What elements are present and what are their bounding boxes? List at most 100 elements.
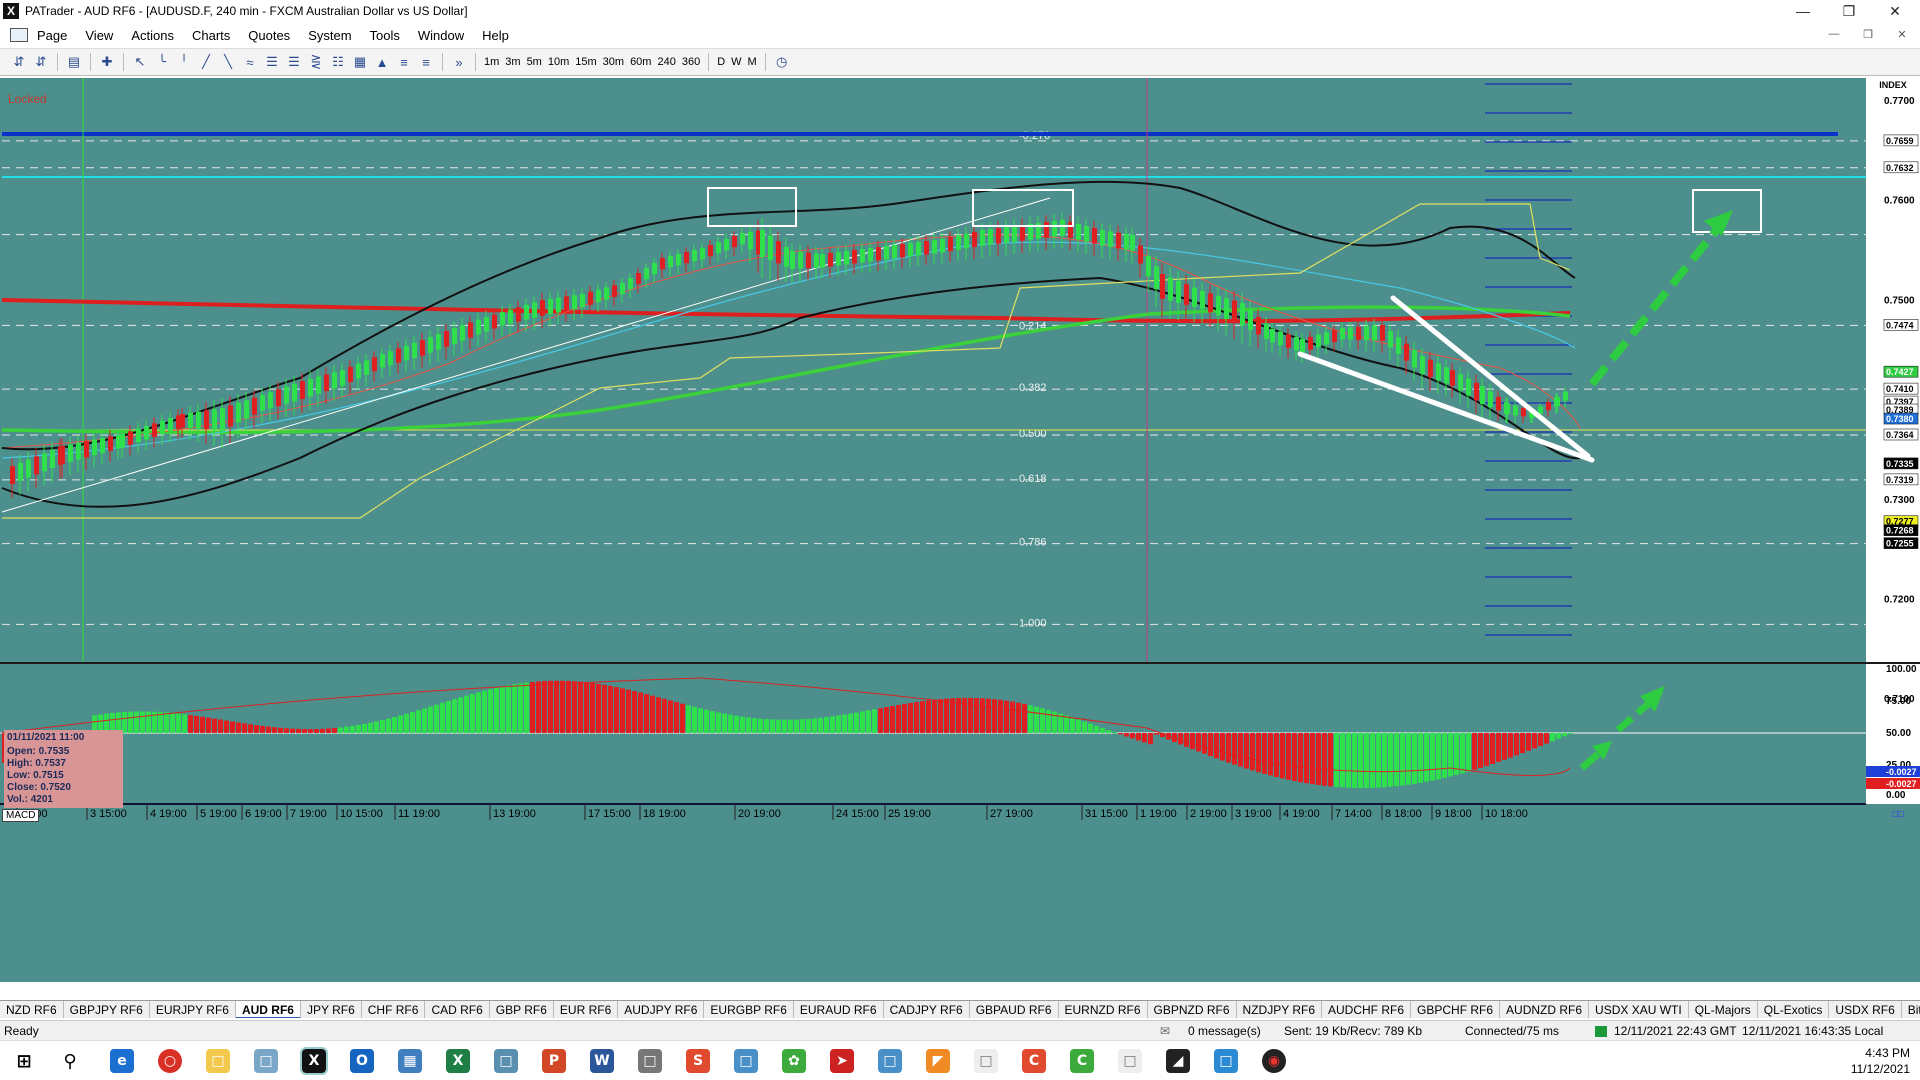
tab-euraud-rf6[interactable]: EURAUD RF6	[794, 1001, 884, 1018]
sell-arrows-icon[interactable]: ⇵	[32, 53, 50, 71]
tab-jpy-rf6[interactable]: JPY RF6	[301, 1001, 362, 1018]
menu-help[interactable]: Help	[473, 28, 518, 43]
taskbar-clock[interactable]: 4:43 PM 11/12/2021	[1851, 1045, 1910, 1077]
fib-fan-icon[interactable]: ⋛	[307, 53, 325, 71]
excel-icon[interactable]: X	[446, 1049, 470, 1073]
timeframe-3m[interactable]: 3m	[505, 56, 520, 68]
maximize-button[interactable]: ❐	[1826, 0, 1872, 22]
app-icon-generic[interactable]: □	[494, 1049, 518, 1073]
buy-arrows-icon[interactable]: ⇵	[10, 53, 28, 71]
timeframe-360[interactable]: 360	[682, 56, 700, 68]
menu-tools[interactable]: Tools	[361, 28, 409, 43]
timeframe-10m[interactable]: 10m	[548, 56, 569, 68]
app-icon-dark[interactable]: ◢	[1166, 1049, 1190, 1073]
timeframe-60m[interactable]: 60m	[630, 56, 651, 68]
tab-audnzd-rf6[interactable]: AUDNZD RF6	[1500, 1001, 1590, 1018]
app-icon-generic[interactable]: □	[254, 1049, 278, 1073]
app-icon-generic[interactable]: □	[878, 1049, 902, 1073]
file-explorer-icon[interactable]: □	[206, 1049, 230, 1073]
chart-area[interactable]: INDEX0.77000.76000.75000.74000.73000.720…	[0, 78, 1920, 982]
menu-page[interactable]: Page	[28, 28, 76, 43]
app-icon-blue[interactable]: □	[1214, 1049, 1238, 1073]
tab-eur-rf6[interactable]: EUR RF6	[554, 1001, 619, 1018]
tab-audjpy-rf6[interactable]: AUDJPY RF6	[618, 1001, 705, 1018]
levels-icon[interactable]: ≡	[417, 53, 435, 71]
app-icon-s[interactable]: S	[686, 1049, 710, 1073]
tab-cadjpy-rf6[interactable]: CADJPY RF6	[884, 1001, 970, 1018]
tab-eurnzd-rf6[interactable]: EURNZD RF6	[1059, 1001, 1148, 1018]
period-daily[interactable]: D	[717, 56, 725, 68]
search-icon[interactable]: ⚲	[58, 1049, 82, 1073]
app-icon-record[interactable]: ◉	[1262, 1049, 1286, 1073]
timeframe-30m[interactable]: 30m	[603, 56, 624, 68]
tab-ql-exotics[interactable]: QL-Exotics	[1758, 1001, 1830, 1018]
tab-nzd-rf6[interactable]: NZD RF6	[0, 1001, 64, 1018]
horizontal-line-icon[interactable]: ╰	[153, 53, 171, 71]
close-button[interactable]: ✕	[1872, 0, 1918, 22]
menu-system[interactable]: System	[299, 28, 360, 43]
price-chart[interactable]: INDEX0.77000.76000.75000.74000.73000.720…	[0, 78, 1920, 982]
edge-icon[interactable]: e	[110, 1049, 134, 1073]
tab-usdx-rf6[interactable]: USDX RF6	[1829, 1001, 1902, 1018]
menu-charts[interactable]: Charts	[183, 28, 239, 43]
timeframe-240[interactable]: 240	[657, 56, 675, 68]
menu-actions[interactable]: Actions	[122, 28, 183, 43]
tab-cad-rf6[interactable]: CAD RF6	[425, 1001, 490, 1018]
tab-aud-rf6[interactable]: AUD RF6	[235, 1001, 301, 1018]
minimize-button[interactable]: —	[1780, 0, 1826, 22]
crosshair-icon[interactable]: ✚	[98, 53, 116, 71]
tab-eurgbp-rf6[interactable]: EURGBP RF6	[704, 1001, 794, 1018]
tab-gbp-rf6[interactable]: GBP RF6	[490, 1001, 554, 1018]
menu-quotes[interactable]: Quotes	[239, 28, 299, 43]
app-icon-c-green[interactable]: C	[1070, 1049, 1094, 1073]
period-weekly[interactable]: W	[731, 56, 741, 68]
gann-icon[interactable]: ▦	[351, 53, 369, 71]
text-tool-icon[interactable]: ≡	[395, 53, 413, 71]
tab-gbpjpy-rf6[interactable]: GBPJPY RF6	[64, 1001, 150, 1018]
channel-icon[interactable]: ╲	[219, 53, 237, 71]
tab-gbpchf-rf6[interactable]: GBPCHF RF6	[1411, 1001, 1501, 1018]
tab-gbpnzd-rf6[interactable]: GBPNZD RF6	[1148, 1001, 1237, 1018]
menu-view[interactable]: View	[76, 28, 122, 43]
tab-ql-majors[interactable]: QL-Majors	[1689, 1001, 1758, 1018]
vertical-line-icon[interactable]: ╵	[175, 53, 193, 71]
app-icon-leaf[interactable]: ✿	[782, 1049, 806, 1073]
fibonacci-icon[interactable]: ☰	[263, 53, 281, 71]
fib-extension-icon[interactable]: ☰	[285, 53, 303, 71]
calculator-icon[interactable]: ▦	[398, 1049, 422, 1073]
pointer-icon[interactable]: ↖	[131, 53, 149, 71]
word-icon[interactable]: W	[590, 1049, 614, 1073]
tab-audchf-rf6[interactable]: AUDCHF RF6	[1322, 1001, 1412, 1018]
fib-time-icon[interactable]: ☷	[329, 53, 347, 71]
windows-start-icon[interactable]: ⊞	[12, 1049, 36, 1073]
pitchfork-icon[interactable]: ▲	[373, 53, 391, 71]
tab-bitcoin[interactable]: Bitcoin	[1902, 1001, 1920, 1018]
tab-usdx-xau-wti[interactable]: USDX XAU WTI	[1589, 1001, 1689, 1018]
clock-icon[interactable]: ◷	[773, 53, 791, 71]
app-icon-red[interactable]: ➤	[830, 1049, 854, 1073]
chart-icon[interactable]: ▤	[65, 53, 83, 71]
tab-eurjpy-rf6[interactable]: EURJPY RF6	[150, 1001, 236, 1018]
period-monthly[interactable]: M	[748, 56, 757, 68]
document-icon[interactable]: □	[1118, 1049, 1142, 1073]
trend-line-icon[interactable]: ╱	[197, 53, 215, 71]
more-tools-icon[interactable]: »	[450, 53, 468, 71]
patrader-taskbar-icon[interactable]: X	[300, 1047, 328, 1075]
powerpoint-icon[interactable]: P	[542, 1049, 566, 1073]
app-icon-orange[interactable]: ◤	[926, 1049, 950, 1073]
child-close-button[interactable]: ✕	[1890, 28, 1914, 42]
app-icon-generic[interactable]: □	[734, 1049, 758, 1073]
chrome-icon[interactable]: ○	[158, 1049, 182, 1073]
app-icon-c[interactable]: C	[1022, 1049, 1046, 1073]
timeframe-1m[interactable]: 1m	[484, 56, 499, 68]
child-restore-button[interactable]: ❐	[1856, 28, 1880, 42]
timeframe-15m[interactable]: 15m	[575, 56, 596, 68]
child-minimize-button[interactable]: —	[1822, 28, 1846, 42]
timeframe-5m[interactable]: 5m	[527, 56, 542, 68]
tab-chf-rf6[interactable]: CHF RF6	[362, 1001, 426, 1018]
regression-icon[interactable]: ≈	[241, 53, 259, 71]
outlook-icon[interactable]: O	[350, 1049, 374, 1073]
menu-window[interactable]: Window	[409, 28, 473, 43]
tab-nzdjpy-rf6[interactable]: NZDJPY RF6	[1237, 1001, 1322, 1018]
app-icon-generic[interactable]: □	[638, 1049, 662, 1073]
